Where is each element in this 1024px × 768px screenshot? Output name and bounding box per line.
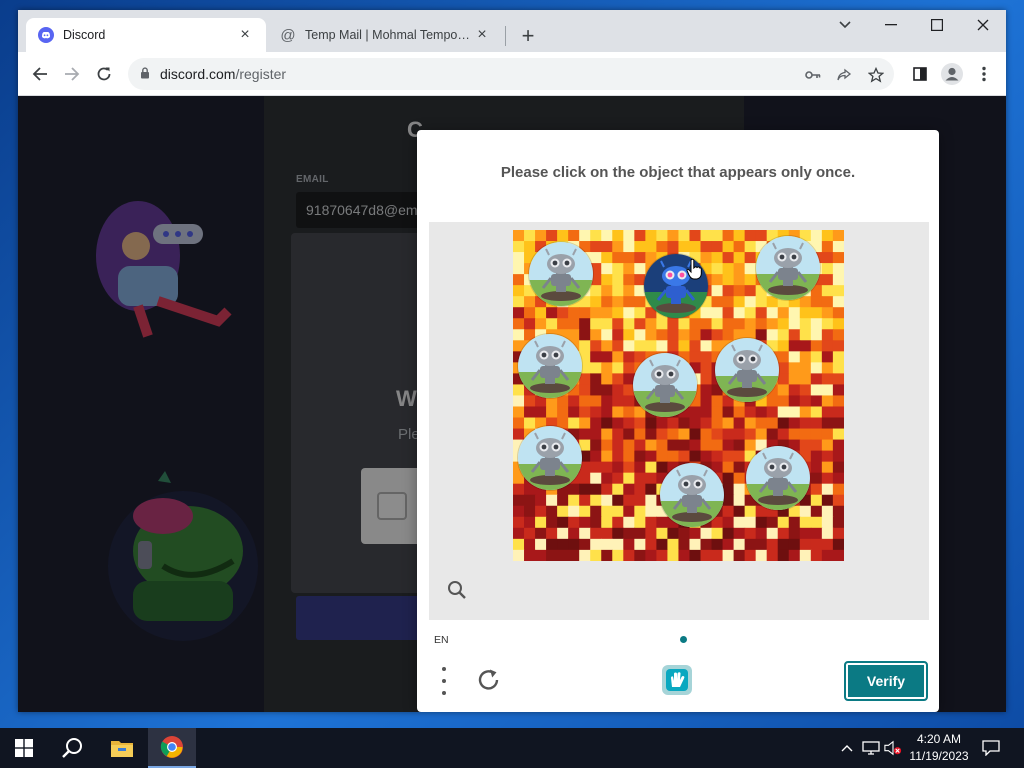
tab-title: Discord [63,28,106,42]
discord-favicon-icon [38,27,54,43]
more-icon[interactable] [970,60,998,88]
gray-robot-tile[interactable] [756,236,820,300]
minimize-icon[interactable] [868,10,914,40]
side-panel-icon[interactable] [906,60,934,88]
start-icon[interactable] [0,728,48,768]
chrome-icon[interactable] [148,728,196,768]
mouse-cursor-icon [686,258,702,280]
challenge-image[interactable] [513,230,844,561]
tab-discord[interactable]: Discord × [26,18,266,52]
search-icon[interactable] [48,728,96,768]
share-icon[interactable] [835,66,853,84]
tray-chevron-icon[interactable] [838,738,856,758]
tab-separator [505,26,506,46]
gray-robot-tile[interactable] [518,334,582,398]
maximize-icon[interactable] [914,10,960,40]
page-indicator [680,636,687,643]
tab-search-icon[interactable] [822,10,868,40]
close-tab-icon[interactable]: × [473,26,491,44]
close-window-icon[interactable] [960,10,1006,40]
tab-temp-mail[interactable]: @ Temp Mail | Mohmal Temporary E × [268,18,503,52]
captcha-modal: Please click on the object that appears … [417,130,939,712]
gray-robot-tile[interactable] [660,463,724,527]
captcha-prompt: Please click on the object that appears … [500,164,856,181]
zoom-icon[interactable] [447,580,467,600]
star-icon[interactable] [867,66,885,84]
lock-icon[interactable] [140,66,150,82]
volume-muted-icon[interactable] [884,738,902,758]
back-icon[interactable] [26,60,54,88]
gray-robot-tile[interactable] [715,338,779,402]
page-viewport: C EMAIL 91870647d8@em W Ple Please click… [18,96,1006,712]
url-domain: discord.com [160,66,236,82]
language-selector[interactable]: EN [434,634,449,646]
browser-window: Discord × @ Temp Mail | Mohmal Temporary… [18,10,1006,712]
tab-strip: Discord × @ Temp Mail | Mohmal Temporary… [18,10,1006,52]
close-tab-icon[interactable]: × [236,26,254,44]
address-bar[interactable]: discord.com/register [128,58,894,90]
clock-date: 11/19/2023 [909,749,969,763]
system-clock[interactable]: 4:20 AM 11/19/2023 [906,731,972,765]
gray-robot-tile[interactable] [518,426,582,490]
network-icon[interactable] [862,738,880,758]
notifications-icon[interactable] [982,738,1000,758]
url-path: /register [235,66,287,82]
hcaptcha-logo-icon[interactable] [660,663,694,697]
gray-robot-tile[interactable] [746,446,810,510]
gray-robot-tile[interactable] [529,242,593,306]
refresh-icon[interactable] [475,666,503,694]
file-explorer-icon[interactable] [98,728,146,768]
reload-icon[interactable] [90,60,118,88]
new-tab-button[interactable]: + [514,22,542,50]
captcha-task-area [429,222,929,620]
tab-title: Temp Mail | Mohmal Temporary E [305,28,473,42]
toolbar: discord.com/register [18,52,1006,96]
menu-dots-icon[interactable] [434,667,454,695]
gray-robot-tile[interactable] [633,353,697,417]
clock-time: 4:20 AM [916,732,962,746]
profile-icon[interactable] [938,60,966,88]
forward-icon[interactable] [58,60,86,88]
verify-button[interactable]: Verify [844,661,928,701]
key-icon[interactable] [804,66,822,84]
taskbar: 4:20 AM 11/19/2023 [0,728,1024,768]
at-favicon-icon: @ [280,26,296,44]
